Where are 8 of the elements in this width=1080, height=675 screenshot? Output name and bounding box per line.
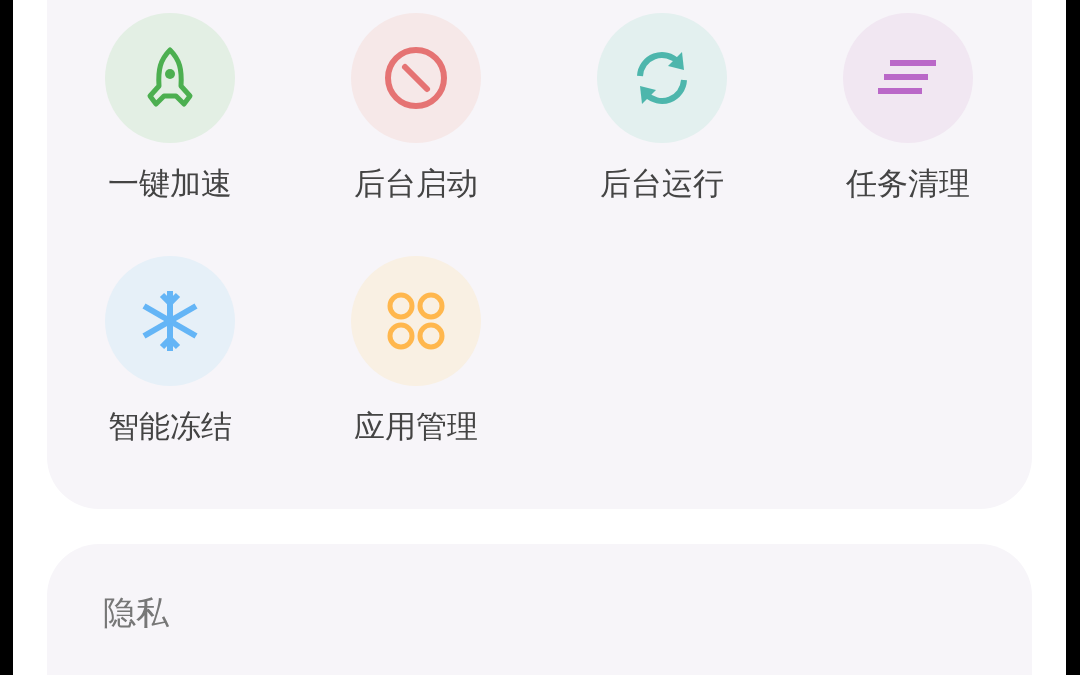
tool-label: 后台启动 (354, 165, 478, 201)
tool-label: 一键加速 (108, 165, 232, 201)
tool-label: 智能冻结 (108, 408, 232, 444)
section-title: 隐私 (103, 593, 169, 632)
tool-label: 应用管理 (354, 408, 478, 444)
prohibited-icon (384, 46, 448, 110)
tool-label: 后台运行 (600, 165, 724, 201)
tool-label: 任务清理 (846, 165, 970, 201)
